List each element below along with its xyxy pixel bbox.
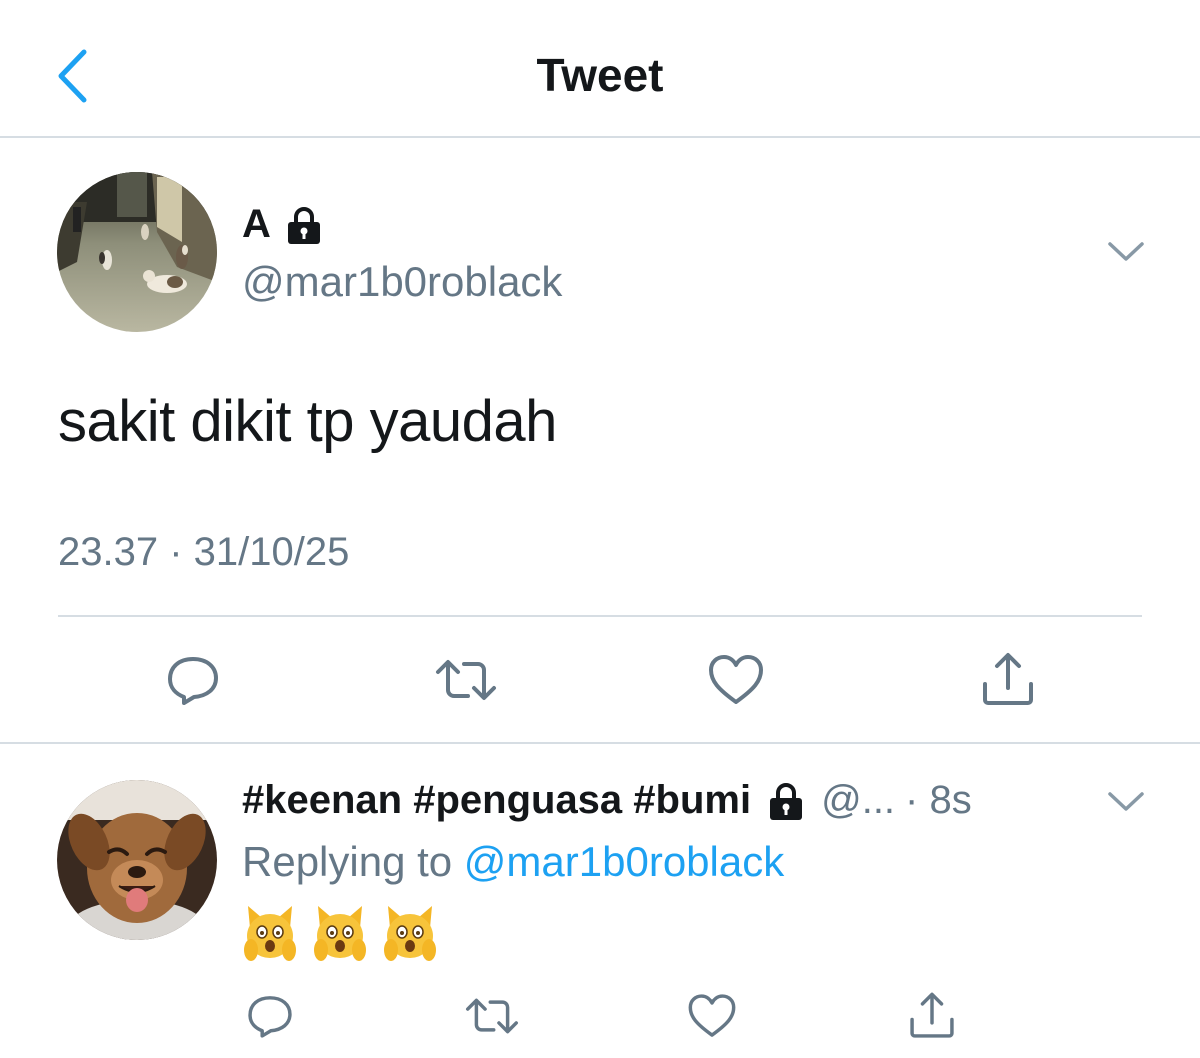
like-icon <box>688 994 736 1037</box>
replying-to-label: Replying to <box>242 838 453 885</box>
tweet-timestamp: 23.37 · 31/10/25 <box>58 530 350 574</box>
chevron-down-icon <box>1108 242 1144 261</box>
reply-share-button[interactable] <box>900 984 964 1048</box>
replying-to-line: Replying to @mar1b0roblack <box>242 838 784 886</box>
reply-icon <box>248 996 292 1038</box>
share-icon <box>910 992 954 1038</box>
share-button[interactable] <box>976 648 1040 712</box>
reply-timestamp: · 8s <box>905 778 972 822</box>
weary-cat-face-emoji <box>384 906 436 961</box>
author-display-name-row: A <box>242 202 325 247</box>
retweet-icon <box>465 998 518 1034</box>
reply-button[interactable] <box>161 648 225 712</box>
lock-icon <box>765 780 807 822</box>
retweet-button[interactable] <box>434 648 498 712</box>
replying-to-handle-link[interactable]: @mar1b0roblack <box>464 838 784 885</box>
lock-icon <box>287 206 320 244</box>
avatar-photo <box>57 780 217 940</box>
navigation-bar: Tweet <box>0 0 1200 138</box>
tweet-text: sakit dikit tp yaudah <box>58 389 557 454</box>
reply-icon <box>168 657 218 705</box>
reply-options-button[interactable] <box>1102 782 1150 822</box>
reply-header: #keenan #penguasa #bumi @... · 8s <box>242 778 1142 823</box>
weary-cat-face-emoji <box>314 906 366 961</box>
chevron-down-icon <box>1108 792 1144 811</box>
retweet-icon <box>436 660 496 700</box>
share-icon <box>983 653 1033 705</box>
weary-cat-face-emoji <box>244 906 296 961</box>
divider <box>0 742 1200 744</box>
page-title: Tweet <box>536 49 664 101</box>
tweet-detail-screen: Tweet A @mar1b0roblack sakit dikit tp ya… <box>0 0 1200 1058</box>
like-button[interactable] <box>704 648 768 712</box>
divider <box>58 615 1142 617</box>
reply-author-avatar[interactable] <box>57 780 217 940</box>
reply-reply-button[interactable] <box>238 984 302 1048</box>
like-icon <box>709 655 763 704</box>
reply-author-handle: @... <box>821 778 896 822</box>
reply-text <box>242 902 438 962</box>
reply-like-button[interactable] <box>680 984 744 1048</box>
author-display-name: A <box>242 202 271 246</box>
author-handle: @mar1b0roblack <box>242 258 563 305</box>
tweet-options-button[interactable] <box>1102 232 1150 272</box>
author-avatar[interactable] <box>57 172 217 332</box>
avatar-photo <box>57 172 217 332</box>
reply-retweet-button[interactable] <box>460 984 524 1048</box>
reply-author-display-name: #keenan #penguasa #bumi <box>242 778 752 822</box>
